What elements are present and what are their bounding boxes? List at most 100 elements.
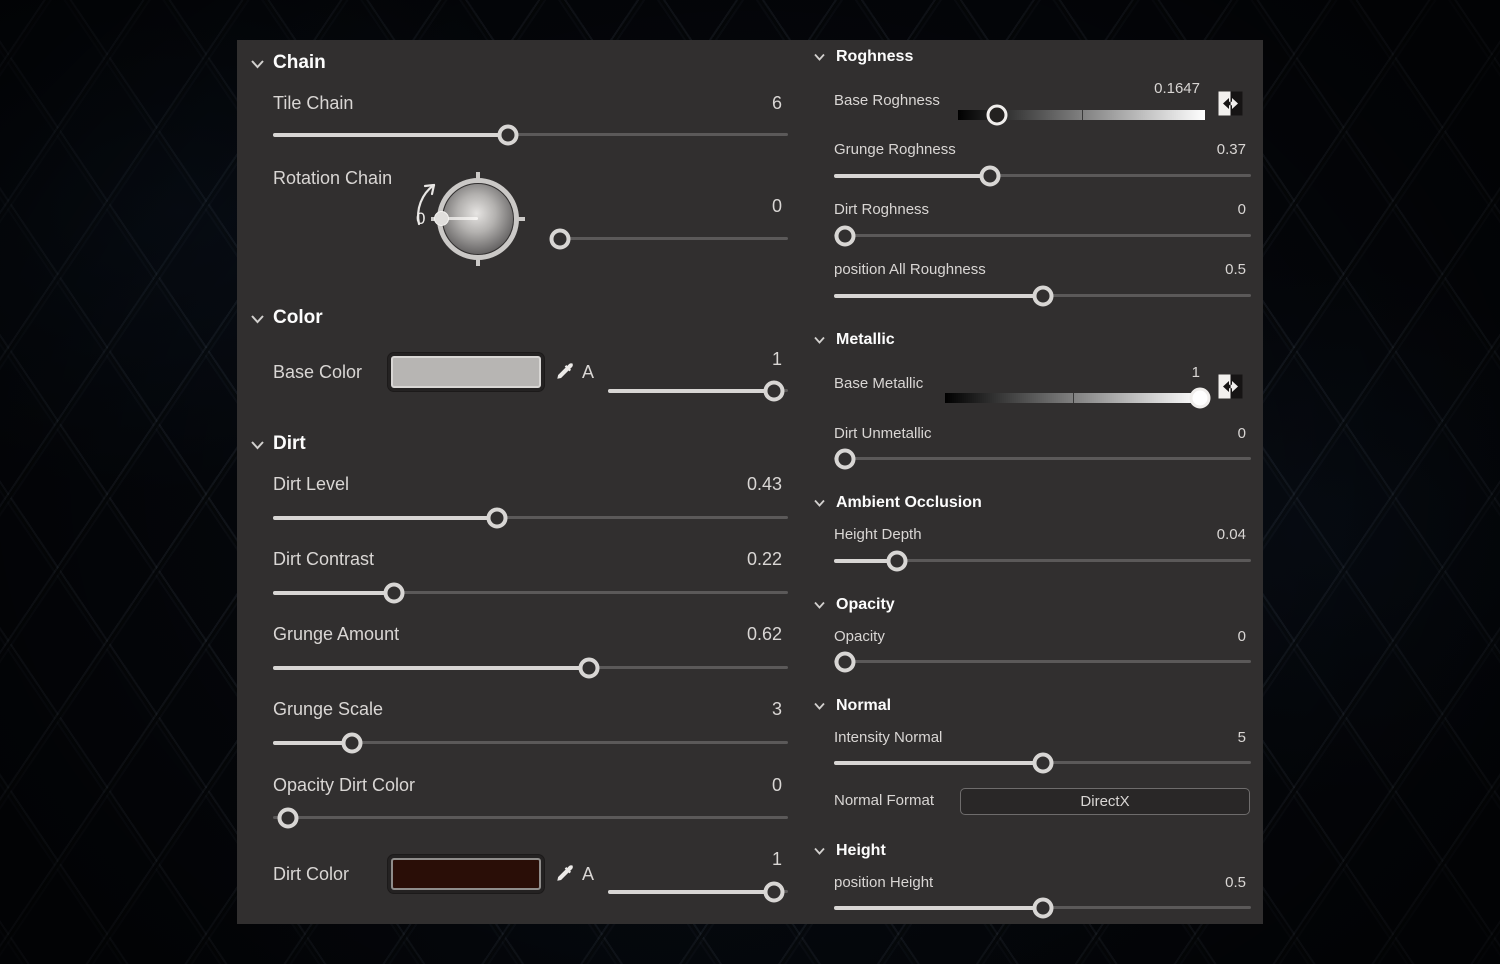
base-color-alpha-slider-handle[interactable]: [763, 380, 785, 401]
tile-chain-slider[interactable]: [273, 124, 788, 145]
rotation-chain-slider[interactable]: [549, 228, 788, 249]
dirt-collapse-chevron-down-icon[interactable]: [250, 438, 265, 452]
metallic-section-header: Metallic: [836, 331, 895, 348]
grunge-scale-slider-fill: [273, 740, 352, 745]
color-collapse-chevron-down-icon[interactable]: [250, 312, 265, 326]
grunge-amount-value: 0.62: [746, 624, 782, 644]
dirt-level-slider[interactable]: [273, 507, 788, 528]
position-all-roughness-slider-handle[interactable]: [1032, 285, 1053, 306]
base-color-alpha-slider-fill: [608, 388, 774, 393]
grunge-scale-slider-handle[interactable]: [341, 732, 363, 753]
grunge-roghness-slider-handle[interactable]: [979, 165, 1001, 186]
height-section-header: Height: [836, 842, 886, 859]
position-height-slider-fill: [834, 905, 1043, 910]
height-depth-slider-handle[interactable]: [886, 550, 908, 571]
ambient-occlusion-collapse-chevron-down-icon[interactable]: [813, 497, 826, 509]
base-roghness-gradient-midpoint-tick: [1081, 110, 1083, 120]
dirt-unmetallic-value: 0: [1237, 425, 1246, 442]
dirt-contrast-slider[interactable]: [273, 582, 788, 603]
dirt-level-slider-handle[interactable]: [486, 507, 508, 528]
tile-chain-value: 6: [771, 93, 782, 113]
position-all-roughness-slider[interactable]: [834, 285, 1251, 306]
normal-collapse-chevron-down-icon[interactable]: [813, 700, 826, 712]
chain-section-header: Chain: [273, 52, 326, 73]
base-metallic-gradient-slider[interactable]: [945, 387, 1211, 409]
opacity-value: 0: [1237, 628, 1246, 645]
rotation-dial-tick-south: [476, 258, 480, 266]
position-height-value: 0.5: [1225, 874, 1246, 891]
opacity-dirt-color-value: 0: [771, 775, 782, 795]
opacity-slider[interactable]: [834, 651, 1251, 672]
dirt-roghness-slider-handle[interactable]: [834, 225, 856, 246]
rotation-chain-value: 0: [771, 196, 782, 216]
base-metallic-value: 1: [1191, 364, 1200, 381]
opacity-dirt-color-slider[interactable]: [273, 807, 788, 828]
dirt-contrast-slider-fill: [273, 590, 395, 595]
grunge-scale-slider[interactable]: [273, 732, 788, 753]
normal-format-label: Normal Format: [834, 792, 935, 809]
base-roghness-invert-icon[interactable]: [1218, 91, 1243, 116]
position-height-slider-handle[interactable]: [1032, 897, 1053, 918]
grunge-amount-slider[interactable]: [273, 657, 788, 678]
base-roghness-value: 0.1647: [1154, 80, 1200, 97]
color-section-header: Color: [273, 307, 323, 328]
opacity-section-header: Opacity: [836, 596, 895, 613]
dirt-unmetallic-slider-handle[interactable]: [834, 448, 856, 469]
dirt-level-slider-fill: [273, 515, 498, 520]
position-height-slider[interactable]: [834, 897, 1251, 918]
base-metallic-invert-icon[interactable]: [1218, 374, 1243, 399]
tile-chain-slider-handle[interactable]: [497, 124, 519, 145]
intensity-normal-value: 5: [1237, 729, 1246, 746]
dirt-contrast-slider-handle[interactable]: [383, 582, 405, 603]
material-parameters-panel: Chain Tile Chain 6 Rotation Chain 0 0 Co…: [237, 40, 1263, 924]
dirt-unmetallic-slider[interactable]: [834, 448, 1251, 469]
base-color-alpha-value: 1: [771, 349, 782, 369]
normal-format-dropdown[interactable]: DirectX: [960, 788, 1250, 815]
opacity-collapse-chevron-down-icon[interactable]: [813, 599, 826, 611]
dirt-color-alpha-slider-handle[interactable]: [763, 881, 785, 902]
intensity-normal-slider-fill: [834, 760, 1043, 765]
desktop-background: { "left": { "chain": { "title": "Chain",…: [0, 0, 1500, 964]
base-roghness-gradient-handle[interactable]: [986, 104, 1008, 126]
position-all-roughness-slider-fill: [834, 293, 1043, 298]
dirt-roghness-slider[interactable]: [834, 225, 1251, 246]
roghness-section-header: Roghness: [836, 48, 914, 65]
dirt-section-header: Dirt: [273, 433, 306, 454]
tile-chain-slider-fill: [273, 132, 508, 137]
height-collapse-chevron-down-icon[interactable]: [813, 845, 826, 857]
roghness-collapse-chevron-down-icon[interactable]: [813, 51, 826, 63]
ambient-occlusion-section-header: Ambient Occlusion: [836, 494, 982, 511]
normal-section-header: Normal: [836, 697, 892, 714]
base-metallic-gradient-midpoint-tick: [1072, 393, 1074, 403]
dirt-color-alpha-slider-fill: [608, 889, 774, 894]
dirt-contrast-value: 0.22: [746, 549, 782, 569]
grunge-amount-slider-fill: [273, 665, 590, 670]
dirt-color-alpha-slider[interactable]: [608, 881, 788, 902]
grunge-scale-value: 3: [771, 699, 782, 719]
grunge-roghness-value: 0.37: [1216, 141, 1246, 158]
rotation-chain-slider-handle[interactable]: [549, 228, 571, 249]
metallic-collapse-chevron-down-icon[interactable]: [813, 334, 826, 346]
base-roghness-gradient-slider[interactable]: [958, 104, 1205, 126]
chain-collapse-chevron-down-icon[interactable]: [250, 57, 265, 71]
dirt-level-value: 0.43: [746, 474, 782, 494]
grunge-amount-slider-handle[interactable]: [578, 657, 600, 678]
grunge-roghness-slider-fill: [834, 173, 990, 178]
base-metallic-gradient-handle[interactable]: [1189, 387, 1211, 409]
base-color-alpha-slider[interactable]: [608, 380, 788, 401]
position-all-roughness-value: 0.5: [1225, 261, 1246, 278]
grunge-roghness-slider[interactable]: [834, 165, 1251, 186]
opacity-slider-handle[interactable]: [834, 651, 856, 672]
intensity-normal-slider-handle[interactable]: [1032, 752, 1053, 773]
rotation-dial-tick-north: [476, 172, 480, 180]
rotation-chain-dial[interactable]: [431, 172, 525, 266]
height-depth-value: 0.04: [1216, 526, 1246, 543]
rotation-chain-label: Rotation Chain: [273, 168, 393, 188]
intensity-normal-slider[interactable]: [834, 752, 1251, 773]
opacity-dirt-color-slider-handle[interactable]: [277, 807, 299, 828]
normal-format-selected-value: DirectX: [1080, 793, 1130, 810]
dirt-color-alpha-value: 1: [771, 849, 782, 869]
dirt-roghness-value: 0: [1237, 201, 1246, 218]
height-depth-slider[interactable]: [834, 550, 1251, 571]
rotation-dial-tick-east: [517, 217, 525, 221]
